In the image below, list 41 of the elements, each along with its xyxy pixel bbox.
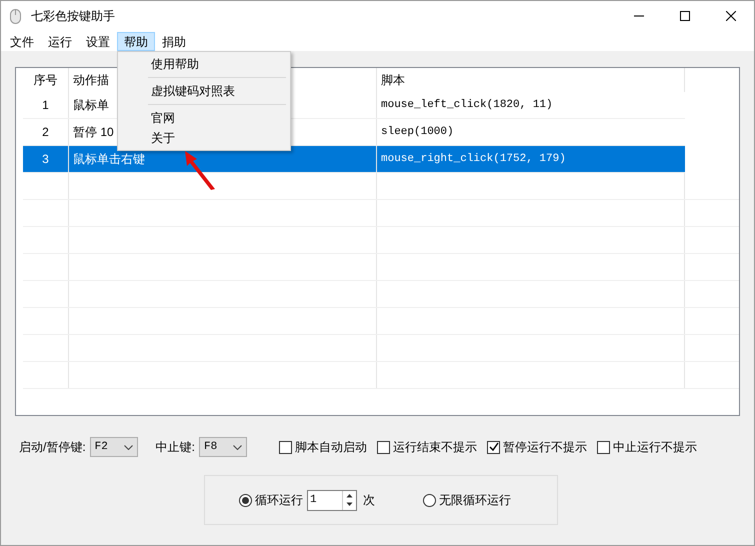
checkbox-label: 暂停运行不提示 [503,439,588,456]
count-value: 1 [309,492,318,508]
table-row[interactable]: 3 鼠标单击右键 mouse_right_click(1752, 179) [23,146,685,173]
checkbox-label: 脚本自动启动 [295,439,368,456]
radio-button[interactable] [423,494,436,506]
hotkey-label: 中止键: [156,439,196,456]
checkbox[interactable] [597,440,610,454]
menu-item[interactable]: 运行 [41,32,79,50]
close-icon [726,11,736,21]
table-cell-text: sleep(1000) [380,124,455,140]
chevron-down-icon [233,444,242,450]
checkbox[interactable] [487,440,500,454]
checkbox[interactable] [377,440,390,454]
checkbox-label: 运行结束不提示 [393,439,478,456]
checkbox[interactable] [279,440,292,454]
column-header: 序号 [23,68,69,92]
mouse-icon [10,8,21,24]
hotkey-select[interactable]: F8 [199,437,248,457]
hotkey-select[interactable]: F2 [90,437,138,457]
column-header: 脚本 [377,68,685,92]
menu-item[interactable]: 设置 [79,32,117,50]
checkbox-label: 中止运行不提示 [613,439,698,456]
maximize-icon [680,11,690,21]
table-cell-text: mouse_right_click(1752, 179) [380,152,567,167]
radio-label: 无限循环运行 [439,492,511,509]
radio-label: 循环运行 [255,492,303,509]
count-spinner[interactable]: 1 [307,490,357,510]
menu-item[interactable]: 捐助 [155,32,193,50]
radio-button[interactable] [239,494,252,506]
table-cell: 2 [23,119,69,145]
menu-item[interactable]: 帮助 [117,32,155,50]
table-cell-text: mouse_left_click(1820, 11) [380,98,554,113]
window-title: 七彩色按键助手 [31,8,115,25]
table-cell: 1 [23,92,69,118]
menu-option[interactable]: 关于 [118,128,290,148]
arrow-icon [183,149,217,191]
chevron-down-icon [124,444,133,450]
hotkey-label: 启动/暂停键: [19,439,86,456]
count-unit: 次 [363,492,375,509]
menu-item[interactable]: 文件 [3,32,41,50]
table-cell: 3 [23,146,69,172]
